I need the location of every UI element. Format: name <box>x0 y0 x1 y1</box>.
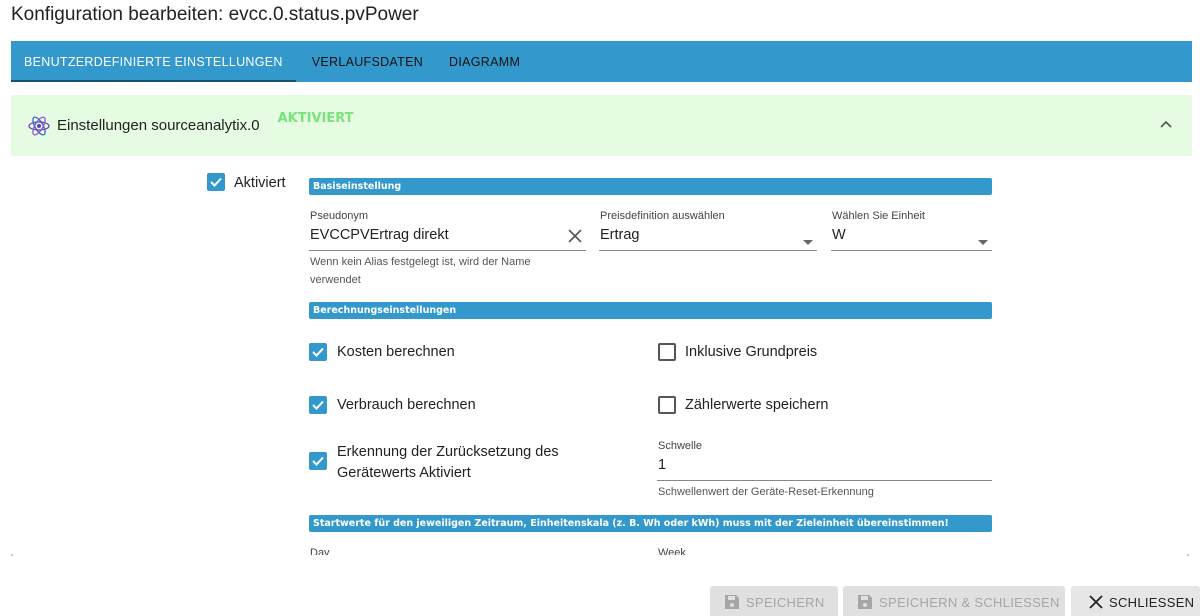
close-icon <box>1089 595 1103 609</box>
consumption-checkbox[interactable] <box>309 396 327 414</box>
atom-icon <box>27 114 51 138</box>
price-select[interactable]: Ertrag <box>599 221 817 251</box>
tab-history-data[interactable]: VERLAUFSDATEN <box>299 41 436 82</box>
alias-input[interactable]: EVCCPVErtrag direkt <box>309 221 586 251</box>
enabled-checkbox[interactable] <box>207 173 225 191</box>
tab-bar: BENUTZERDEFINIERTE EINSTELLUNGEN VERLAUF… <box>11 41 1192 82</box>
costs-label: Kosten berechnen <box>337 344 455 360</box>
footer-divider <box>1187 554 1189 556</box>
meter-values-checkbox[interactable] <box>658 396 676 414</box>
unit-value: W <box>832 227 846 243</box>
day-label: Day <box>310 547 330 555</box>
enabled-label: Aktiviert <box>234 175 286 191</box>
chevron-up-icon[interactable] <box>1158 117 1174 133</box>
reset-detection-checkbox[interactable] <box>309 452 327 470</box>
dialog-title: Konfiguration bearbeiten: evcc.0.status.… <box>11 4 419 25</box>
clear-icon[interactable] <box>568 229 582 248</box>
caret-down-icon <box>978 233 988 251</box>
threshold-value: 1 <box>658 457 667 473</box>
tab-chart[interactable]: DIAGRAMM <box>436 41 533 82</box>
consumption-label: Verbrauch berechnen <box>337 397 476 413</box>
close-button[interactable]: SCHLIESSEN <box>1071 586 1200 616</box>
week-label: Week <box>658 547 686 555</box>
threshold-helper-text: Schwellenwert der Geräte-Reset-Erkennung <box>658 486 874 498</box>
unit-select[interactable]: W <box>831 221 992 251</box>
caret-down-icon <box>803 233 813 251</box>
basic-price-checkbox[interactable] <box>658 343 676 361</box>
alias-value: EVCCPVErtrag direkt <box>310 227 449 243</box>
panel-label: Einstellungen sourceanalytix.0 <box>57 117 260 134</box>
threshold-input[interactable]: 1 <box>657 451 992 481</box>
status-badge: AKTIVIERT <box>277 111 354 126</box>
footer-divider <box>11 554 13 556</box>
alias-helper-text: Wenn kein Alias festgelegt ist, wird der… <box>310 256 531 286</box>
section-calculation-settings: Berechnungseinstellungen <box>309 302 992 319</box>
price-value: Ertrag <box>600 227 640 243</box>
section-basic-settings: Basiseinstellung <box>309 178 992 195</box>
costs-checkbox[interactable] <box>309 343 327 361</box>
save-and-close-button[interactable]: SPEICHERN & SCHLIESSEN <box>843 586 1065 616</box>
section-start-values: Startwerte für den jeweiligen Zeitraum, … <box>309 515 992 532</box>
save-icon <box>857 594 873 610</box>
save-button[interactable]: SPEICHERN <box>710 586 838 616</box>
save-icon <box>724 594 740 610</box>
basic-price-label: Inklusive Grundpreis <box>685 344 818 360</box>
settings-panel-header[interactable]: Einstellungen sourceanalytix.0 AKTIVIERT <box>11 95 1192 156</box>
meter-values-label: Zählerwerte speichern <box>685 397 829 413</box>
tab-custom-settings[interactable]: BENUTZERDEFINIERTE EINSTELLUNGEN <box>11 41 296 82</box>
reset-detection-label: Erkennung der Zurücksetzung des Gerätewe… <box>337 444 559 481</box>
